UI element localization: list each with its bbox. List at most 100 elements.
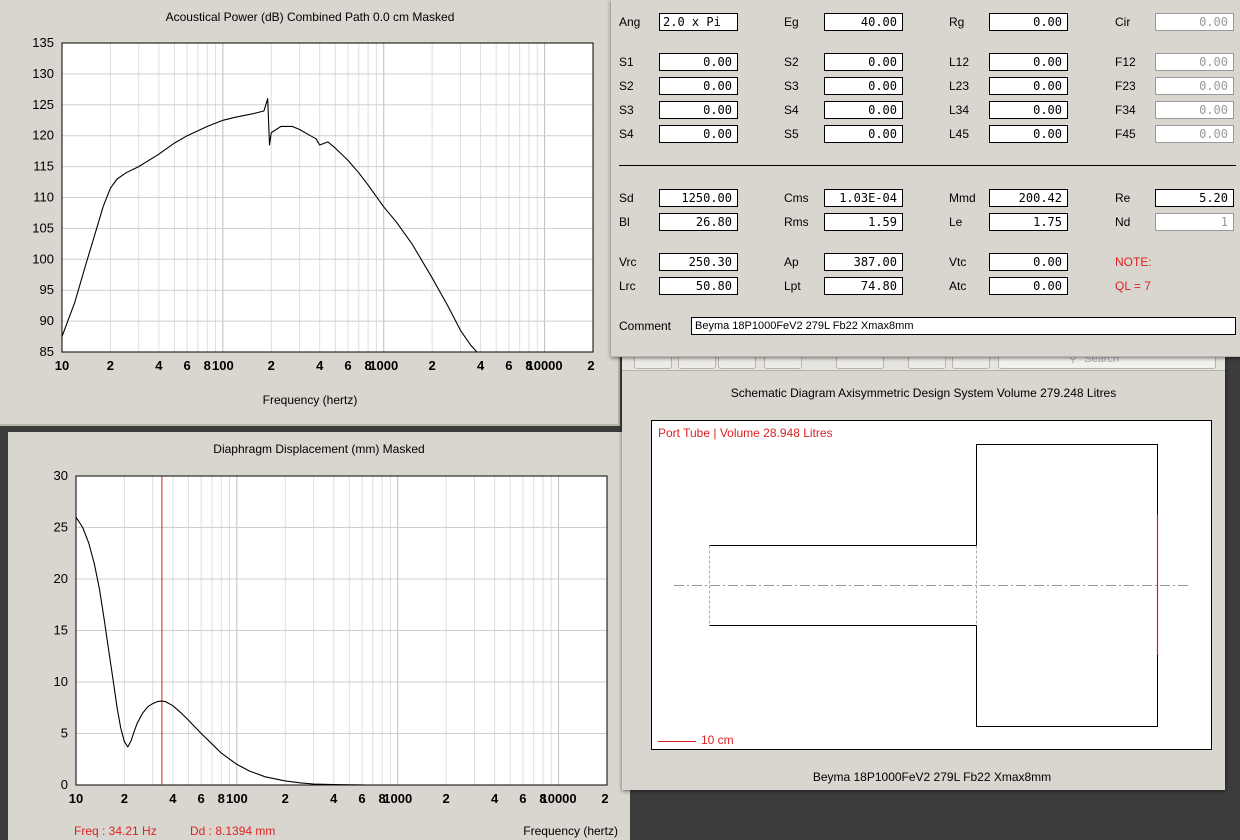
param-field-s2[interactable]: 0.00 <box>824 53 903 71</box>
param-field-lpt[interactable]: 74.80 <box>824 277 903 295</box>
x-tick-label: 2 <box>601 791 608 806</box>
x-tick-label: 6 <box>519 791 526 806</box>
param-field-s1[interactable]: 0.00 <box>659 53 738 71</box>
param-field-nd: 1 <box>1155 213 1234 231</box>
x-tick-label: 10 <box>55 358 69 373</box>
x-tick-label: 10000 <box>526 358 562 373</box>
x-tick-label: 10000 <box>540 791 576 806</box>
cursor-displacement-readout: Dd : 8.1394 mm <box>190 824 276 838</box>
displacement-chart: 30252015105010 2 4 6 8 100 2 4 6 81000 2 4 6 810000 2 <box>54 468 609 806</box>
param-label-s1: S1 <box>619 55 634 69</box>
param-label-ap: Ap <box>784 255 799 269</box>
x-tick-label: 4 <box>169 791 177 806</box>
x-tick-label: 6 <box>344 358 351 373</box>
param-label-s4: S4 <box>619 127 634 141</box>
schematic-window: ⚲ Search Schematic Diagram Axisymmetric … <box>622 348 1225 790</box>
acoustic-x-axis-label: Frequency (hertz) <box>262 393 358 407</box>
param-field-l23[interactable]: 0.00 <box>989 77 1068 95</box>
schematic-diagram <box>651 420 1212 750</box>
y-tick-label: 20 <box>54 571 68 586</box>
param-field-cms[interactable]: 1.03E-04 <box>824 189 903 207</box>
param-label-l45: L45 <box>949 127 970 141</box>
param-field-s4[interactable]: 0.00 <box>824 101 903 119</box>
param-label-s3: S3 <box>619 103 634 117</box>
y-tick-label: 90 <box>40 313 54 328</box>
x-tick-label: 10 <box>69 791 83 806</box>
param-field-re[interactable]: 5.20 <box>1155 189 1234 207</box>
acoustic-power-chart: 13513012512011511010510095908510 2 4 6 8 100 2… <box>32 35 594 373</box>
param-field-l45[interactable]: 0.00 <box>989 125 1068 143</box>
y-tick-label: 115 <box>33 159 54 174</box>
scale-label: 10 cm <box>701 733 734 747</box>
acoustic-power-window: Acoustical Power (dB) Combined Path 0.0 … <box>0 0 620 426</box>
param-field-atc[interactable]: 0.00 <box>989 277 1068 295</box>
schematic-footer: Beyma 18P1000FeV2 279L Fb22 Xmax8mm <box>812 770 1052 784</box>
param-field-s3[interactable]: 0.00 <box>659 101 738 119</box>
param-field-s5[interactable]: 0.00 <box>824 125 903 143</box>
x-tick-label: 6 <box>505 358 512 373</box>
y-tick-label: 0 <box>61 777 68 792</box>
param-label-l23: L23 <box>949 79 970 93</box>
param-label-lrc: Lrc <box>619 279 636 293</box>
param-field-s4[interactable]: 0.00 <box>659 125 738 143</box>
x-tick-label: 8 <box>218 791 225 806</box>
param-label-lpt: Lpt <box>784 279 801 293</box>
param-field-rg[interactable]: 0.00 <box>989 13 1068 31</box>
x-tick-label: 2 <box>282 791 289 806</box>
param-field-ap[interactable]: 387.00 <box>824 253 903 271</box>
param-label-s5: S5 <box>784 127 799 141</box>
param-label-vtc: Vtc <box>949 255 967 269</box>
param-label-note: NOTE: <box>1115 255 1152 269</box>
x-tick-label: 4 <box>477 358 485 373</box>
param-label-cms: Cms <box>784 191 809 205</box>
y-tick-label: 105 <box>32 220 54 235</box>
y-tick-label: 95 <box>40 282 54 297</box>
y-tick-label: 5 <box>61 726 68 741</box>
y-tick-label: 110 <box>33 190 54 205</box>
comment-label: Comment <box>619 319 672 333</box>
param-field-lrc[interactable]: 50.80 <box>659 277 738 295</box>
param-field-f23: 0.00 <box>1155 77 1234 95</box>
param-field-l12[interactable]: 0.00 <box>989 53 1068 71</box>
param-label-bl: Bl <box>619 215 630 229</box>
param-field-sd[interactable]: 1250.00 <box>659 189 738 207</box>
y-tick-label: 120 <box>32 128 54 143</box>
param-label-l34: L34 <box>949 103 970 117</box>
x-tick-label: 4 <box>155 358 163 373</box>
cursor-frequency-readout: Freq : 34.21 Hz <box>74 824 157 838</box>
x-tick-label: 2 <box>268 358 275 373</box>
comment-field[interactable]: Beyma 18P1000FeV2 279L Fb22 Xmax8mm <box>691 317 1236 335</box>
param-label-ang: Ang <box>619 15 641 29</box>
param-field-s3[interactable]: 0.00 <box>824 77 903 95</box>
param-field-vtc[interactable]: 0.00 <box>989 253 1068 271</box>
x-tick-label: 2 <box>121 791 128 806</box>
x-tick-label: 6 <box>184 358 191 373</box>
param-label-rg: Rg <box>949 15 965 29</box>
param-field-le[interactable]: 1.75 <box>989 213 1068 231</box>
param-field-vrc[interactable]: 250.30 <box>659 253 738 271</box>
param-field-l34[interactable]: 0.00 <box>989 101 1068 119</box>
param-field-bl[interactable]: 26.80 <box>659 213 738 231</box>
y-tick-label: 125 <box>32 97 54 112</box>
param-label-l12: L12 <box>949 55 970 69</box>
param-field-rms[interactable]: 1.59 <box>824 213 903 231</box>
param-label-vrc: Vrc <box>619 255 637 269</box>
param-field-mmd[interactable]: 200.42 <box>989 189 1068 207</box>
param-field-s2[interactable]: 0.00 <box>659 77 738 95</box>
x-tick-label: 6 <box>358 791 365 806</box>
y-tick-label: 10 <box>54 674 68 689</box>
x-tick-label: 4 <box>330 791 338 806</box>
param-label-ql-7: QL = 7 <box>1115 279 1151 293</box>
port-tube-label: Port Tube | Volume 28.948 Litres <box>658 426 833 440</box>
param-field-eg[interactable]: 40.00 <box>824 13 903 31</box>
param-label-s3: S3 <box>784 79 799 93</box>
x-tick-label: 4 <box>491 791 499 806</box>
param-label-f34: F34 <box>1115 103 1136 117</box>
x-tick-label: 1000 <box>369 358 398 373</box>
param-label-rms: Rms <box>784 215 809 229</box>
y-tick-label: 30 <box>54 468 68 483</box>
param-field-ang[interactable]: 2.0 x Pi <box>659 13 738 31</box>
param-label-nd: Nd <box>1115 215 1131 229</box>
x-tick-label: 6 <box>198 791 205 806</box>
param-field-cir: 0.00 <box>1155 13 1234 31</box>
